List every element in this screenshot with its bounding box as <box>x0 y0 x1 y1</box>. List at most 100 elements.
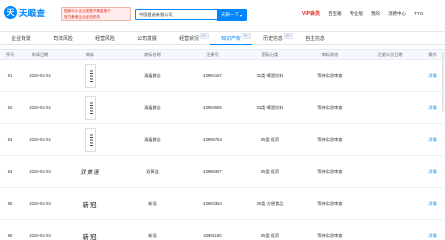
trademark-image[interactable]: 新冠 <box>83 199 98 209</box>
cell-reg: 43994167 <box>203 73 222 78</box>
nav-mine[interactable]: 我的 <box>371 11 380 17</box>
table-row: 95 2020-02-03 新冠 新冠 43993364 30类-方便食品 等待实质审查 详情 <box>0 188 445 220</box>
cell-idx: 93 <box>7 137 13 142</box>
nav-pro[interactable]: 专业版 <box>350 11 364 17</box>
tab-3[interactable]: 公司发展 <box>126 32 168 45</box>
top-bar: 天 天眼查 TianYanCha.com 国家中小企业发展子基金旗下 官方备案企… <box>0 0 445 32</box>
tab-count-badge: 99+ <box>241 33 251 39</box>
nav-user[interactable]: TYO <box>414 11 423 16</box>
cell-image: 新冠 <box>60 199 120 209</box>
col-status[interactable]: 商标状态 <box>300 52 360 58</box>
cell-status: 等待实质审查 <box>317 168 343 174</box>
cell-cls: 30类-方便食品 <box>256 200 284 206</box>
trademark-image[interactable]: 双黄莲 <box>80 168 100 176</box>
nav-vip[interactable]: VIP会员 <box>302 10 320 17</box>
tab-label: 企业背景 <box>11 37 31 42</box>
search-input[interactable] <box>139 10 219 20</box>
cell-cls: 05类-医药 <box>260 136 280 142</box>
col-date[interactable]: 申请日期 <box>20 52 60 58</box>
cell-op[interactable]: 详情 <box>420 169 445 175</box>
promo-banner[interactable]: 国家中小企业发展子基金旗下 官方备案企业征信机构 <box>61 7 131 21</box>
tab-label: 公司发展 <box>137 37 157 42</box>
tab-label: 知识产权 <box>221 36 241 42</box>
chevron-down-icon: ▾ <box>239 12 242 18</box>
cell-status: 等待实质审查 <box>317 136 343 142</box>
cell-op[interactable]: 详情 <box>420 233 445 239</box>
nav-consume[interactable]: 消费中心 <box>388 11 406 17</box>
cell-name: 清瘟救苦 <box>144 72 161 78</box>
cell-date: 2020-02-04 <box>29 105 51 110</box>
tab-label: 历史信息 <box>263 37 283 42</box>
scrollbar[interactable] <box>442 52 444 112</box>
col-class[interactable]: 国际分类 <box>240 52 300 58</box>
col-reg: 注册号 <box>206 51 219 57</box>
table-row: 92 2020-02-04 清瘟救苦 43993086 33类-啤酒饮料 等待实质审查 详情 <box>0 92 445 124</box>
cell-cls: 33类-啤酒饮料 <box>256 104 284 110</box>
tab-count-badge: 99+ <box>283 33 293 39</box>
cell-date: 2020-02-04 <box>29 73 51 78</box>
trademark-table: 序号 申请日期 商标 商标名称 注册号 国际分类 商标状态 注册公告日期 操作 … <box>0 49 445 240</box>
cell-idx: 94 <box>7 169 13 174</box>
trademark-image[interactable] <box>84 127 96 152</box>
trademark-image[interactable] <box>84 63 96 88</box>
cell-image <box>60 95 120 120</box>
cell-status: 等待实质审查 <box>317 72 343 78</box>
top-nav: VIP会员 百宝箱 专业版 我的 消费中心 TYO <box>302 10 431 18</box>
cell-reg: 43993364 <box>203 201 222 206</box>
cell-idx: 96 <box>7 233 13 238</box>
cell-idx: 95 <box>7 201 13 206</box>
cell-image <box>60 63 120 88</box>
tab-label: 经营状况 <box>179 37 199 42</box>
table-row: 94 2020-02-03 双黄莲 双黄连 43998397 05类-医药 等待实质审查 详情 <box>0 156 445 188</box>
cell-name: 新冠 <box>148 232 157 238</box>
cell-image: 新冠 <box>60 231 120 240</box>
cell-name: 新冠 <box>148 200 157 206</box>
cell-op[interactable]: 详情 <box>420 201 445 207</box>
cell-name: 清瘟救苦 <box>144 104 161 110</box>
cell-reg: 43993086 <box>203 105 222 110</box>
cell-status: 等待实质审查 <box>317 104 343 110</box>
cell-cls: 05类-医药 <box>260 168 280 174</box>
tab-4[interactable]: 经营状况 99+ <box>168 32 210 45</box>
section-tabs: 企业背景 司法风险 经营风险 公司发展 经营状况 99+ 知识产权 99+ 历史信息 99+ 自主信… <box>0 32 445 45</box>
trademark-image[interactable]: 新冠 <box>83 231 98 240</box>
table-row: 96 2020-02-03 新冠 新冠 43981180 05类-医药 等待实质审查 详情 <box>0 220 445 240</box>
table-row: 93 2020-02-04 清瘟救苦 43995753 05类-医药 等待实质审查 详情 <box>0 124 445 156</box>
cell-image <box>60 127 120 152</box>
tab-label: 司法风险 <box>53 37 73 42</box>
cell-date: 2020-02-03 <box>29 233 51 238</box>
cell-reg: 43998397 <box>203 169 222 174</box>
tab-label: 自主信息 <box>305 37 325 42</box>
tab-0[interactable]: 企业背景 <box>0 32 42 45</box>
trademark-image[interactable] <box>84 95 96 120</box>
cell-status: 等待实质审查 <box>317 232 343 238</box>
tab-count-badge: 99+ <box>199 33 209 39</box>
tab-1[interactable]: 司法风险 <box>42 32 84 45</box>
cell-idx: 91 <box>7 73 13 78</box>
table-body: 91 2020-02-04 清瘟救苦 43994167 32类-啤酒饮料 等待实质审查 详情… <box>0 60 445 240</box>
tab-2[interactable]: 经营风险 <box>84 32 126 45</box>
cell-status: 等待实质审查 <box>317 200 343 206</box>
col-pub-date[interactable]: 注册公告日期 <box>360 52 420 58</box>
search-button[interactable]: 天眼一下 ▾ <box>216 9 247 21</box>
promo-line-2: 官方备案企业征信机构 <box>64 14 100 19</box>
col-name: 商标名称 <box>144 51 161 57</box>
tab-5[interactable]: 知识产权 99+ <box>210 32 252 45</box>
cell-cls: 05类-医药 <box>260 232 280 238</box>
cell-date: 2020-02-04 <box>29 137 51 142</box>
search-button-label: 天眼一下 <box>220 12 239 18</box>
logo-mark-icon: 天 <box>4 6 17 19</box>
tab-6[interactable]: 历史信息 99+ <box>252 32 294 45</box>
tab-7[interactable]: 自主信息 <box>294 32 336 45</box>
table-header: 序号 申请日期 商标 商标名称 注册号 国际分类 商标状态 注册公告日期 操作 <box>0 49 445 60</box>
col-index: 序号 <box>5 51 15 57</box>
cell-cls: 32类-啤酒饮料 <box>256 72 284 78</box>
cell-date: 2020-02-03 <box>29 201 51 206</box>
cell-name: 双黄连 <box>146 168 159 174</box>
nav-toolbox[interactable]: 百宝箱 <box>328 11 342 17</box>
cell-op[interactable]: 详情 <box>420 137 445 143</box>
cell-idx: 92 <box>7 105 13 110</box>
logo-subtitle: TianYanCha.com <box>18 13 41 17</box>
cell-image: 双黄莲 <box>60 168 120 176</box>
search-box: 天眼一下▾ <box>135 9 247 21</box>
